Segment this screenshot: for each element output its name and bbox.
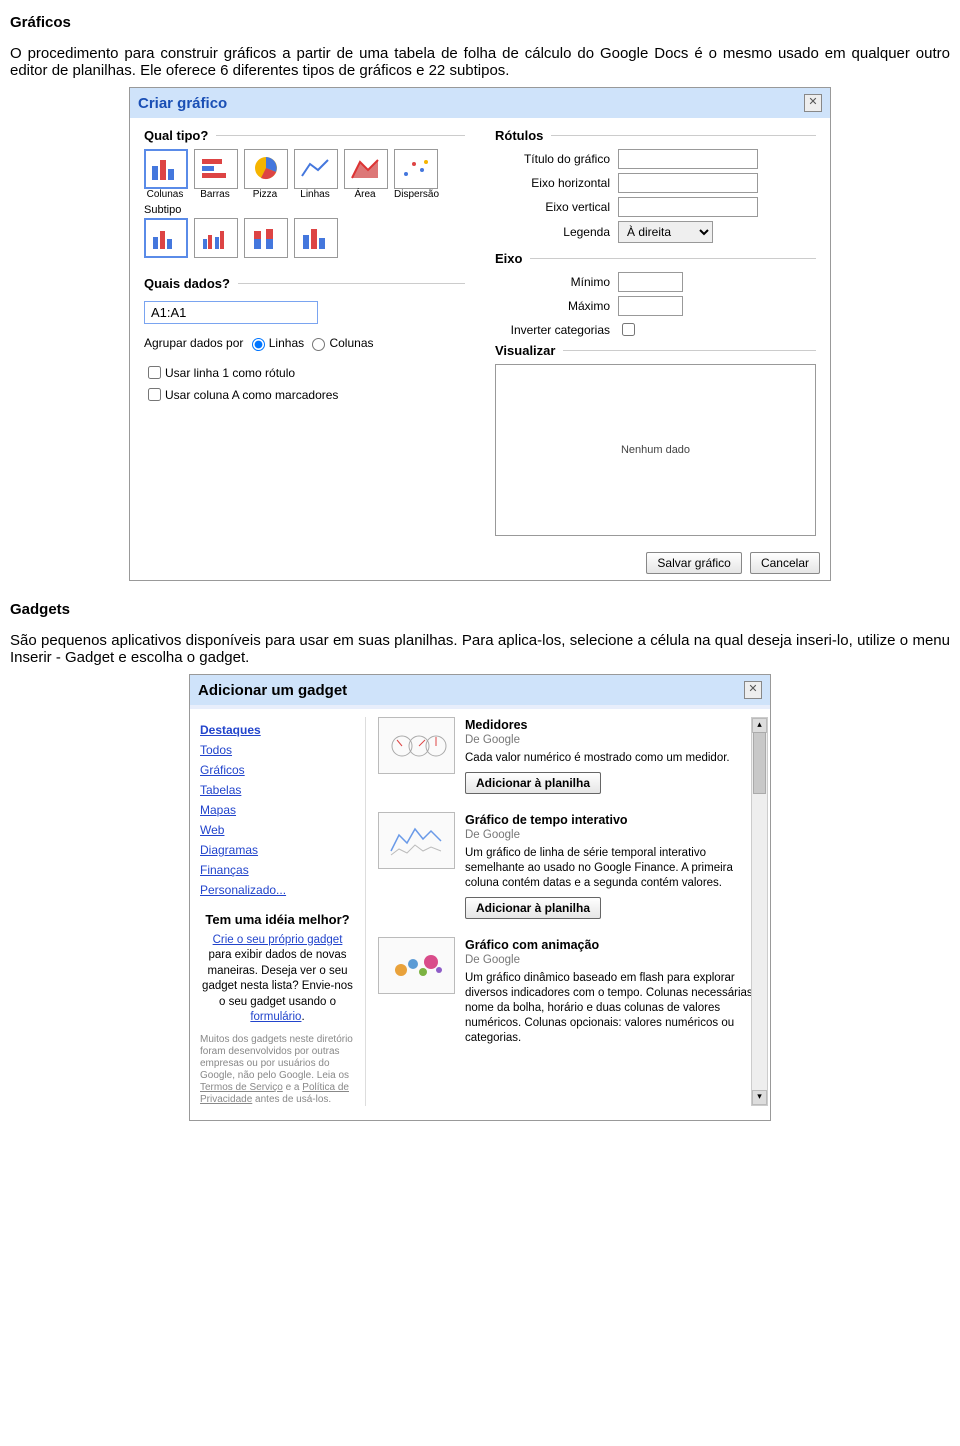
gadget-item: Medidores De Google Cada valor numérico … — [378, 717, 760, 794]
chart-type-colunas[interactable]: Colunas — [144, 149, 186, 200]
cat-todos[interactable]: Todos — [200, 743, 355, 757]
dialog-footer: Salvar gráfico Cancelar — [130, 546, 830, 580]
gadget-desc: Um gráfico dinâmico baseado em flash par… — [465, 971, 760, 1046]
scroll-up-icon[interactable]: ▴ — [752, 718, 767, 733]
label-quais-dados: Quais dados? — [144, 276, 230, 291]
add-to-sheet-button[interactable]: Adicionar à planilha — [465, 897, 601, 919]
chart-type-barras[interactable]: Barras — [194, 149, 236, 200]
dialog-title: Criar gráfico — [138, 95, 227, 112]
scroll-thumb[interactable] — [753, 732, 766, 794]
add-to-sheet-button[interactable]: Adicionar à planilha — [465, 772, 601, 794]
subtype-1[interactable] — [144, 218, 188, 258]
cat-financas[interactable]: Finanças — [200, 863, 355, 877]
input-eixo-v[interactable] — [618, 197, 758, 217]
preview-box: Nenhum dado — [495, 364, 816, 536]
label-subtipo: Subtipo — [144, 204, 465, 216]
idea-block: Tem uma idéia melhor? Crie o seu próprio… — [200, 911, 355, 1026]
input-min[interactable] — [618, 272, 683, 292]
gadget-item: Gráfico de tempo interativo De Google Um… — [378, 812, 760, 919]
label-agrupar: Agrupar dados por — [144, 336, 243, 350]
cb-usar-linha1[interactable] — [148, 366, 161, 379]
label-legenda: Legenda — [495, 225, 610, 239]
scrollbar[interactable]: ▴ ▾ — [751, 717, 768, 1106]
radio-colunas[interactable] — [312, 338, 325, 351]
input-eixo-h[interactable] — [618, 173, 758, 193]
gadget-titlebar: Adicionar um gadget ✕ — [190, 675, 770, 705]
radio-linhas[interactable] — [252, 338, 265, 351]
gadget-desc: Um gráfico de linha de série temporal in… — [465, 846, 760, 891]
cb-inverter[interactable] — [622, 323, 635, 336]
chart-type-area[interactable]: Área — [344, 149, 386, 200]
motion-chart-icon — [378, 937, 455, 994]
cat-tabelas[interactable]: Tabelas — [200, 783, 355, 797]
heading-graficos: Gráficos — [10, 14, 950, 31]
cat-graficos[interactable]: Gráficos — [200, 763, 355, 777]
cat-destaques[interactable]: Destaques — [200, 723, 355, 737]
label-visualizar: Visualizar — [495, 343, 555, 358]
link-termos[interactable]: Termos de Serviço — [200, 1082, 283, 1093]
chart-type-dispersao[interactable]: Dispersão — [394, 149, 436, 200]
heading-gadgets: Gadgets — [10, 601, 950, 618]
gadget-name: Gráfico com animação — [465, 937, 760, 953]
label-qual-tipo: Qual tipo? — [144, 128, 208, 143]
save-button[interactable]: Salvar gráfico — [646, 552, 741, 574]
timechart-icon — [378, 812, 455, 869]
cat-mapas[interactable]: Mapas — [200, 803, 355, 817]
chart-type-linhas[interactable]: Linhas — [294, 149, 336, 200]
gadget-author: De Google — [465, 733, 760, 748]
label-inverter: Inverter categorias — [495, 323, 610, 337]
input-max[interactable] — [618, 296, 683, 316]
label-titulo: Título do gráfico — [495, 152, 610, 166]
label-min: Mínimo — [495, 275, 610, 289]
paragraph-gadgets: São pequenos aplicativos disponíveis par… — [10, 632, 950, 666]
scroll-down-icon[interactable]: ▾ — [752, 1090, 767, 1105]
link-formulario[interactable]: formulário — [250, 1011, 301, 1023]
label-eixo-h: Eixo horizontal — [495, 176, 610, 190]
dialog-titlebar: Criar gráfico ✕ — [130, 88, 830, 118]
gadget-author: De Google — [465, 828, 760, 843]
gadget-name: Medidores — [465, 717, 760, 733]
cat-personalizado[interactable]: Personalizado... — [200, 883, 355, 897]
label-eixo-v: Eixo vertical — [495, 200, 610, 214]
paragraph-graficos: O procedimento para construir gráficos a… — [10, 45, 950, 79]
close-icon[interactable]: ✕ — [744, 681, 762, 699]
add-gadget-dialog: Adicionar um gadget ✕ Destaques Todos Gr… — [189, 674, 771, 1121]
gadget-name: Gráfico de tempo interativo — [465, 812, 760, 828]
gadget-item: Gráfico com animação De Google Um gráfic… — [378, 937, 760, 1046]
gadget-desc: Cada valor numérico é mostrado como um m… — [465, 751, 760, 766]
cat-diagramas[interactable]: Diagramas — [200, 843, 355, 857]
gadget-list: Medidores De Google Cada valor numérico … — [365, 717, 760, 1106]
create-chart-dialog: Criar gráfico ✕ Qual tipo? Colunas Barra… — [129, 87, 831, 581]
gadget-author: De Google — [465, 953, 760, 968]
subtype-4[interactable] — [294, 218, 338, 258]
label-max: Máximo — [495, 299, 610, 313]
input-titulo[interactable] — [618, 149, 758, 169]
range-input[interactable] — [144, 301, 318, 324]
subtype-2[interactable] — [194, 218, 238, 258]
select-legenda[interactable]: À direita — [618, 221, 713, 243]
fineprint: Muitos dos gadgets neste diretório foram… — [200, 1034, 355, 1106]
cb-usar-coluna-a[interactable] — [148, 388, 161, 401]
gadget-title: Adicionar um gadget — [198, 682, 347, 699]
label-rotulos: Rótulos — [495, 128, 543, 143]
chart-type-pizza[interactable]: Pizza — [244, 149, 286, 200]
close-icon[interactable]: ✕ — [804, 94, 822, 112]
gadget-sidebar: Destaques Todos Gráficos Tabelas Mapas W… — [200, 717, 355, 1106]
link-crie-gadget[interactable]: Crie o seu próprio gadget — [213, 934, 343, 946]
cancel-button[interactable]: Cancelar — [750, 552, 820, 574]
subtype-3[interactable] — [244, 218, 288, 258]
gauge-icon — [378, 717, 455, 774]
cat-web[interactable]: Web — [200, 823, 355, 837]
label-eixo: Eixo — [495, 251, 522, 266]
